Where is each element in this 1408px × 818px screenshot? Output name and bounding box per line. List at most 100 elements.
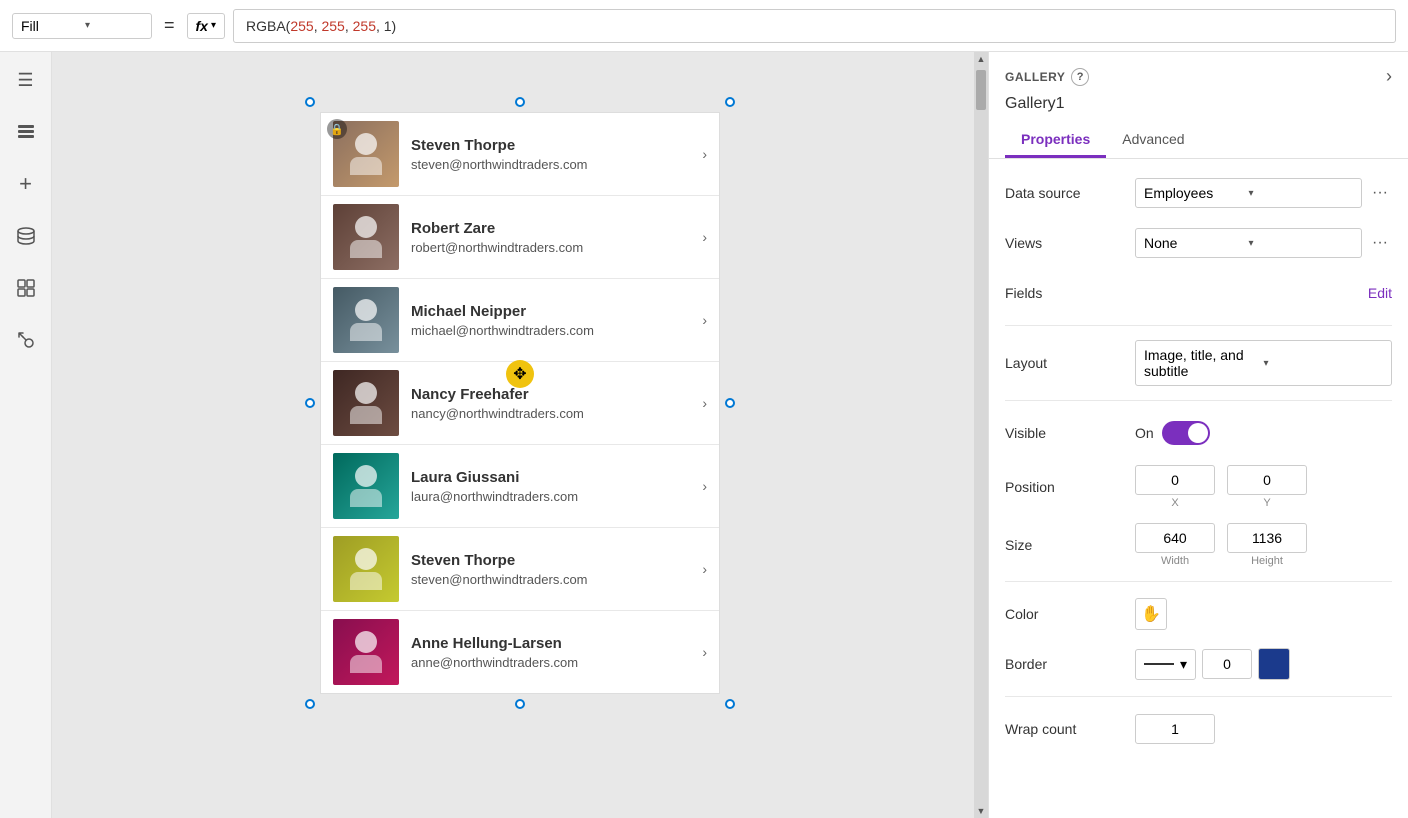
color-picker-icon: ✋ — [1141, 604, 1161, 624]
formula-text: RGBA(255, 255, 255, 1) — [246, 18, 396, 34]
gallery-item[interactable]: Steven Thorpe steven@northwindtraders.co… — [321, 528, 719, 611]
views-more-button[interactable]: ··· — [1368, 231, 1392, 255]
item-info: Robert Zare robert@northwindtraders.com — [411, 220, 696, 255]
gallery-item[interactable]: 🔒 Steven Thorpe steven@northwindtraders.… — [321, 113, 719, 196]
item-name: Michael Neipper — [411, 303, 696, 320]
gallery-item[interactable]: Anne Hellung-Larsen anne@northwindtrader… — [321, 611, 719, 693]
canvas-area: ✥ 🔒 Steven Thorpe steven@northwindtrader… — [52, 52, 988, 818]
gallery-item[interactable]: Robert Zare robert@northwindtraders.com … — [321, 196, 719, 279]
wrap-count-label: Wrap count — [1005, 721, 1135, 737]
resize-handle-bl[interactable] — [305, 699, 315, 709]
fill-dropdown[interactable]: Fill ▾ — [12, 13, 152, 39]
visible-on-label: On — [1135, 425, 1154, 441]
wrap-count-input[interactable] — [1135, 714, 1215, 744]
visible-toggle-container: On — [1135, 421, 1210, 445]
position-y-input[interactable] — [1227, 465, 1307, 495]
component-icon[interactable] — [10, 272, 42, 304]
resize-handle-br[interactable] — [725, 699, 735, 709]
fx-label: fx — [196, 18, 208, 34]
position-x-input[interactable] — [1135, 465, 1215, 495]
item-info: Laura Giussani laura@northwindtraders.co… — [411, 469, 696, 504]
formula-bar[interactable]: RGBA(255, 255, 255, 1) — [233, 9, 1396, 43]
views-value: None — [1144, 235, 1249, 251]
divider-2 — [1005, 400, 1392, 401]
position-label: Position — [1005, 479, 1135, 495]
size-width-input[interactable] — [1135, 523, 1215, 553]
item-info: Michael Neipper michael@northwindtraders… — [411, 303, 696, 338]
tab-advanced[interactable]: Advanced — [1106, 123, 1200, 158]
resize-handle-tc[interactable] — [515, 97, 525, 107]
gallery-widget[interactable]: 🔒 Steven Thorpe steven@northwindtraders.… — [320, 112, 720, 694]
resize-handle-mr[interactable] — [725, 398, 735, 408]
equals-sign: = — [160, 15, 179, 36]
views-dropdown[interactable]: None ▾ — [1135, 228, 1362, 258]
item-photo — [333, 536, 399, 602]
resize-handle-tl[interactable] — [305, 97, 315, 107]
item-email: michael@northwindtraders.com — [411, 323, 696, 338]
datasource-dropdown[interactable]: Employees ▾ — [1135, 178, 1362, 208]
item-chevron-icon: › — [702, 478, 707, 494]
database-icon[interactable] — [10, 220, 42, 252]
gallery-name-label: Gallery1 — [1005, 95, 1392, 113]
item-name: Robert Zare — [411, 220, 696, 237]
fields-edit-link[interactable]: Edit — [1368, 285, 1392, 301]
color-swatch[interactable]: ✋ — [1135, 598, 1167, 630]
toggle-thumb — [1188, 423, 1208, 443]
item-email: steven@northwindtraders.com — [411, 157, 696, 172]
layout-value: Image, title, and subtitle — [1144, 347, 1264, 379]
visible-control: On — [1135, 421, 1392, 445]
item-photo — [333, 204, 399, 270]
resize-handle-tr[interactable] — [725, 97, 735, 107]
border-width-input[interactable] — [1202, 649, 1252, 679]
panel-tabs: Properties Advanced — [1005, 123, 1392, 158]
scroll-thumb[interactable] — [976, 70, 986, 110]
item-info: Steven Thorpe steven@northwindtraders.co… — [411, 137, 696, 172]
position-x-label: X — [1171, 497, 1178, 509]
fill-chevron-icon: ▾ — [85, 20, 143, 31]
datasource-more-button[interactable]: ··· — [1368, 181, 1392, 205]
fx-chevron-icon: ▾ — [211, 20, 216, 31]
size-height-input[interactable] — [1227, 523, 1307, 553]
layout-row: Layout Image, title, and subtitle ▾ — [1005, 340, 1392, 386]
border-line-preview — [1144, 663, 1174, 665]
gallery-item[interactable]: Nancy Freehafer nancy@northwindtraders.c… — [321, 362, 719, 445]
item-name: Laura Giussani — [411, 469, 696, 486]
item-info: Nancy Freehafer nancy@northwindtraders.c… — [411, 386, 696, 421]
item-name: Steven Thorpe — [411, 137, 696, 154]
panel-nav-arrow[interactable]: › — [1386, 66, 1392, 87]
tab-properties[interactable]: Properties — [1005, 123, 1106, 158]
color-row: Color ✋ — [1005, 596, 1392, 632]
fields-label: Fields — [1005, 285, 1135, 301]
scroll-up-arrow[interactable]: ▲ — [974, 52, 988, 66]
border-style-dropdown[interactable]: ▾ — [1135, 649, 1196, 680]
item-chevron-icon: › — [702, 644, 707, 660]
item-chevron-icon: › — [702, 229, 707, 245]
resize-handle-ml[interactable] — [305, 398, 315, 408]
border-color-swatch[interactable] — [1258, 648, 1290, 680]
fx-button[interactable]: fx ▾ — [187, 13, 225, 39]
border-label: Border — [1005, 656, 1135, 672]
tools-icon[interactable] — [10, 324, 42, 356]
gallery-item[interactable]: Michael Neipper michael@northwindtraders… — [321, 279, 719, 362]
item-name: Anne Hellung-Larsen — [411, 635, 696, 652]
layout-control: Image, title, and subtitle ▾ — [1135, 340, 1392, 386]
layout-chevron-icon: ▾ — [1264, 358, 1384, 369]
visible-toggle[interactable] — [1162, 421, 1210, 445]
panel-type: GALLERY ? — [1005, 68, 1089, 86]
divider-1 — [1005, 325, 1392, 326]
item-name: Steven Thorpe — [411, 552, 696, 569]
gallery-item[interactable]: Laura Giussani laura@northwindtraders.co… — [321, 445, 719, 528]
hamburger-icon[interactable]: ☰ — [10, 64, 42, 96]
canvas-scrollbar[interactable]: ▲ ▼ — [974, 52, 988, 818]
resize-handle-bc[interactable] — [515, 699, 525, 709]
size-height-group: Height — [1227, 523, 1307, 567]
scroll-down-arrow[interactable]: ▼ — [974, 804, 988, 818]
help-icon[interactable]: ? — [1071, 68, 1089, 86]
item-email: steven@northwindtraders.com — [411, 572, 696, 587]
item-chevron-icon: › — [702, 561, 707, 577]
size-group: Width Height — [1135, 523, 1307, 567]
layers-icon[interactable] — [10, 116, 42, 148]
add-icon[interactable]: + — [10, 168, 42, 200]
color-label: Color — [1005, 606, 1135, 622]
layout-dropdown[interactable]: Image, title, and subtitle ▾ — [1135, 340, 1392, 386]
